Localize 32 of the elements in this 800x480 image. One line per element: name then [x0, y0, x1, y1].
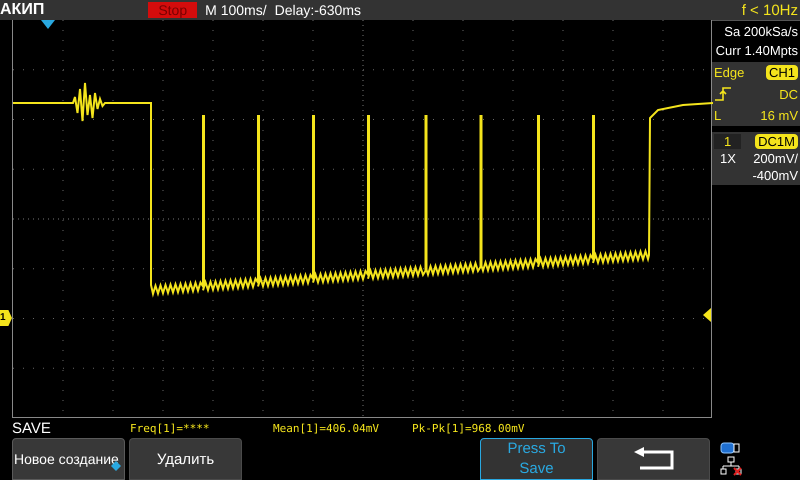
- measurement-readout: Mean[1]=406.04mV: [273, 422, 379, 434]
- trigger-level-label: L: [714, 108, 722, 123]
- softkey-button[interactable]: Удалить: [129, 438, 242, 480]
- vertical-scale-label: 200mV/: [753, 151, 798, 166]
- press-to-save-button[interactable]: Press To Save: [480, 438, 593, 480]
- vertical-offset-label: -400mV: [752, 168, 798, 183]
- frequency-label: f < 10Hz: [742, 2, 799, 18]
- channel-coupling-badge: DC1M: [755, 134, 798, 149]
- network-disconnected-icon: [720, 456, 742, 476]
- usb-drive-icon: [720, 442, 740, 454]
- softkey-button[interactable]: Новое создание: [12, 438, 125, 480]
- channel-panel[interactable]: 1 DC1M 1X 200mV/ -400mV: [712, 132, 800, 185]
- back-arrow-icon: [632, 446, 676, 472]
- trigger-type-label: Edge: [714, 65, 744, 80]
- trigger-level-value: 16 mV: [760, 108, 798, 123]
- trigger-source-badge: CH1: [766, 65, 798, 80]
- timebase-label: M 100ms/: [205, 2, 267, 18]
- back-button[interactable]: [597, 438, 710, 480]
- sample-rate-label: Sa 200kSa/s: [724, 24, 798, 39]
- channel-marker: 1: [0, 310, 12, 326]
- delay-label: Delay:-630ms: [274, 2, 361, 18]
- memory-depth-label: Curr 1.40Mpts: [716, 43, 798, 58]
- brand-logo: АКИП: [0, 1, 44, 19]
- trigger-panel[interactable]: Edge CH1 DC L 16 mV: [712, 62, 800, 126]
- measurement-readout: Pk-Pk[1]=968.00mV: [412, 422, 525, 434]
- channel-number: 1: [714, 134, 742, 149]
- probe-ratio-label: 1X: [720, 151, 736, 166]
- menu-title: SAVE: [12, 420, 52, 436]
- trigger-coupling-label: DC: [779, 86, 798, 102]
- rising-edge-icon: [714, 86, 732, 102]
- trigger-level-icon[interactable]: [703, 308, 711, 322]
- measurement-readout: Freq[1]=****: [130, 422, 210, 434]
